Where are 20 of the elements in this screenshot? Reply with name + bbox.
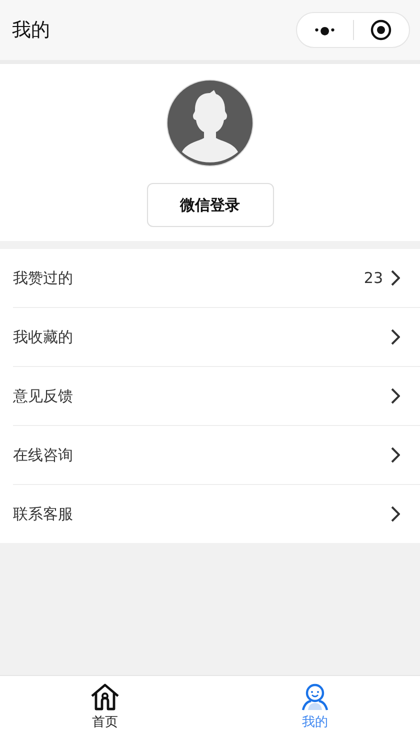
menu-item[interactable]: 在线咨询 — [13, 426, 420, 485]
chevron-right-icon — [391, 447, 400, 463]
tab[interactable]: 首页 — [0, 676, 210, 738]
chevron-right-icon — [391, 270, 400, 286]
tab[interactable]: 我的 — [210, 676, 420, 738]
avatar-icon — [166, 79, 254, 167]
wechat-login-button[interactable]: 微信登录 — [146, 183, 274, 227]
chevron-right-icon — [391, 329, 400, 345]
chevron-right-icon — [391, 388, 400, 404]
menu-item[interactable]: 联系客服 — [13, 485, 420, 543]
more-button[interactable]: •●• — [297, 13, 352, 47]
window-title: 我的 — [12, 18, 50, 43]
target-icon — [370, 19, 392, 41]
house-icon — [90, 683, 120, 711]
menu-item[interactable]: 我赞过的 23 — [13, 249, 420, 308]
menu-item[interactable]: 意见反馈 — [13, 367, 420, 426]
smiley-person-icon — [300, 683, 330, 711]
chevron-right-icon — [391, 506, 400, 522]
menu-item[interactable]: 我收藏的 — [13, 308, 420, 367]
count-label: 23 — [364, 269, 383, 287]
